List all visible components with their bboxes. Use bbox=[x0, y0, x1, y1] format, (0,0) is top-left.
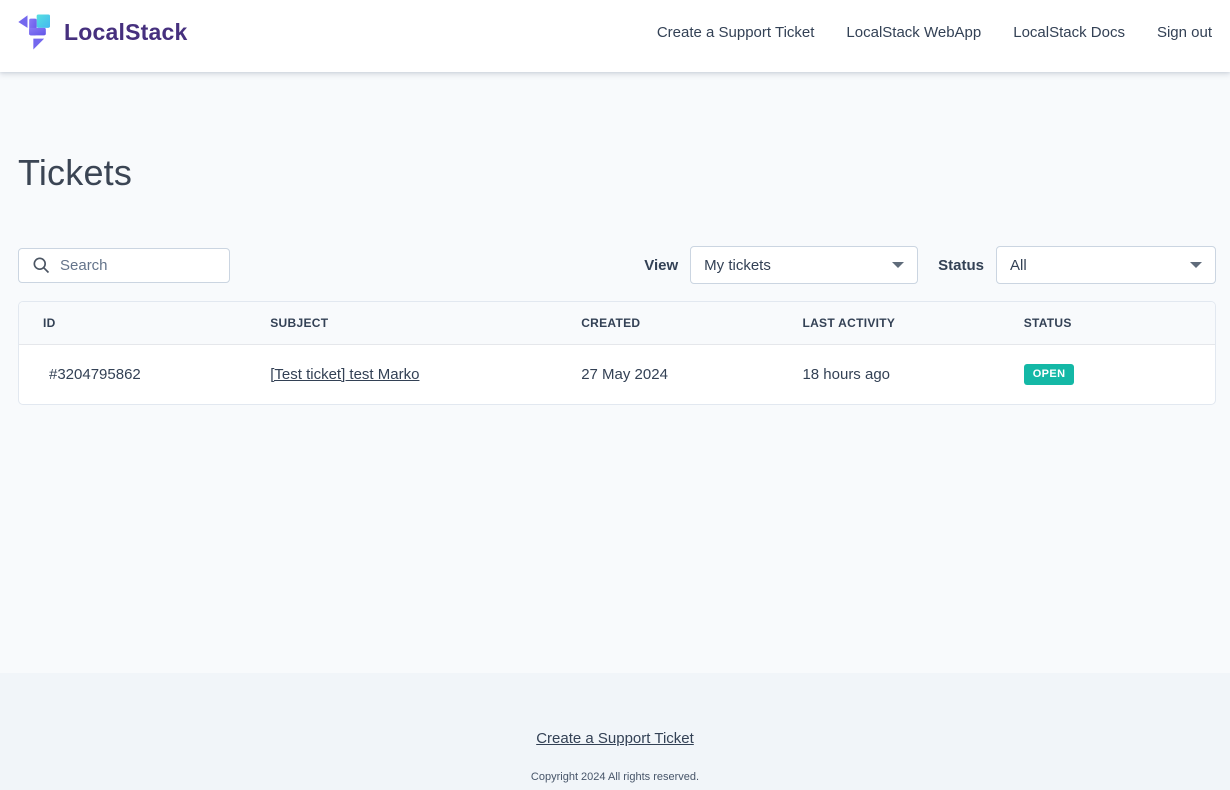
ticket-last-activity: 18 hours ago bbox=[778, 345, 999, 405]
view-select-value: My tickets bbox=[704, 257, 771, 274]
localstack-logo-icon bbox=[15, 10, 55, 54]
ticket-id: #3204795862 bbox=[19, 345, 246, 405]
main-content: Tickets View My tickets Status All bbox=[0, 72, 1230, 673]
footer-copyright: Copyright 2024 All rights reserved. bbox=[531, 771, 699, 783]
nav-localstack-webapp[interactable]: LocalStack WebApp bbox=[846, 24, 981, 41]
localstack-logo[interactable]: LocalStack bbox=[15, 10, 187, 54]
nav-localstack-docs[interactable]: LocalStack Docs bbox=[1013, 24, 1125, 41]
footer-create-support-ticket-link[interactable]: Create a Support Ticket bbox=[536, 730, 694, 747]
main-nav: Create a Support Ticket LocalStack WebAp… bbox=[657, 24, 1212, 41]
page-title: Tickets bbox=[18, 152, 1216, 194]
column-header-subject: SUBJECT bbox=[246, 302, 557, 345]
ticket-subject-link[interactable]: [Test ticket] test Marko bbox=[270, 366, 419, 383]
status-badge: OPEN bbox=[1024, 364, 1075, 385]
status-select-value: All bbox=[1010, 257, 1027, 274]
nav-sign-out[interactable]: Sign out bbox=[1157, 24, 1212, 41]
search-icon bbox=[31, 255, 51, 275]
filter-selects: View My tickets Status All bbox=[644, 246, 1216, 284]
table-row: #3204795862 [Test ticket] test Marko 27 … bbox=[19, 345, 1215, 405]
chevron-down-icon bbox=[1190, 262, 1202, 268]
view-select[interactable]: My tickets bbox=[690, 246, 918, 284]
search-input[interactable] bbox=[60, 257, 219, 274]
table-header-row: ID SUBJECT CREATED LAST ACTIVITY STATUS bbox=[19, 302, 1215, 345]
ticket-created: 27 May 2024 bbox=[557, 345, 778, 405]
app-header: LocalStack Create a Support Ticket Local… bbox=[0, 0, 1230, 72]
column-header-created: CREATED bbox=[557, 302, 778, 345]
brand-name: LocalStack bbox=[64, 19, 187, 46]
ticket-subject-cell: [Test ticket] test Marko bbox=[246, 345, 557, 405]
ticket-status-cell: OPEN bbox=[1000, 345, 1215, 405]
tickets-table: ID SUBJECT CREATED LAST ACTIVITY STATUS … bbox=[18, 301, 1216, 405]
status-select[interactable]: All bbox=[996, 246, 1216, 284]
app-footer: Create a Support Ticket Copyright 2024 A… bbox=[0, 673, 1230, 790]
filters-toolbar: View My tickets Status All bbox=[18, 246, 1216, 284]
column-header-status: STATUS bbox=[1000, 302, 1215, 345]
chevron-down-icon bbox=[892, 262, 904, 268]
search-box[interactable] bbox=[18, 248, 230, 283]
column-header-id: ID bbox=[19, 302, 246, 345]
column-header-last-activity: LAST ACTIVITY bbox=[778, 302, 999, 345]
status-label: Status bbox=[938, 257, 984, 274]
view-label: View bbox=[644, 257, 678, 274]
nav-create-support-ticket[interactable]: Create a Support Ticket bbox=[657, 24, 815, 41]
